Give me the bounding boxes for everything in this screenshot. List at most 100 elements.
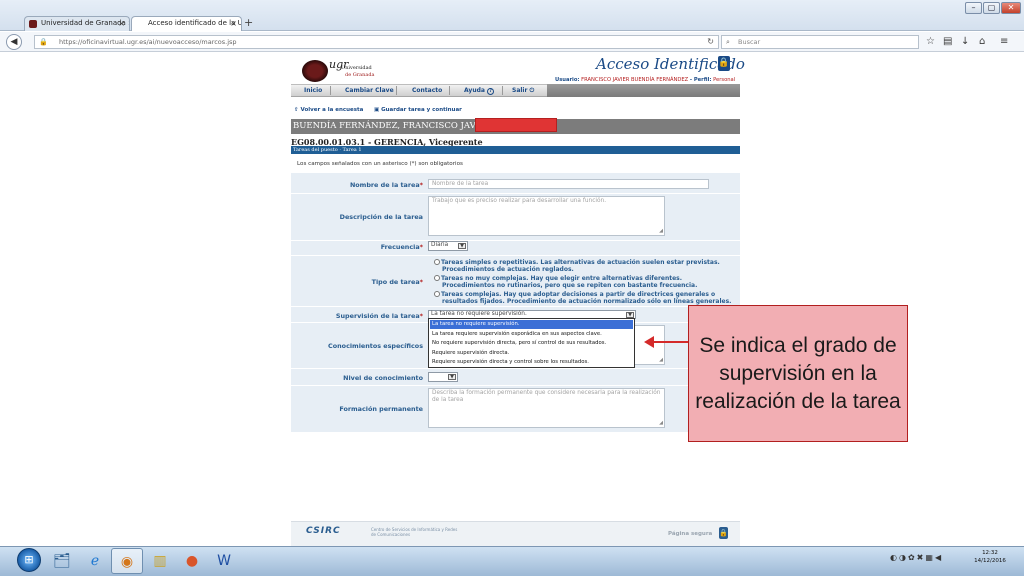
redaction-box [475, 118, 557, 132]
tray-app-icon[interactable]: ✿ [908, 553, 917, 562]
start-button[interactable]: ⊞ [17, 548, 41, 572]
callout-arrow-icon [644, 336, 688, 348]
reload-icon[interactable]: ↻ [707, 36, 714, 48]
nombre-label-text: Nombre de la tarea [349, 181, 420, 189]
clock-time: 12:32 [982, 550, 998, 556]
taskbar-active-app-button[interactable]: ◉ [111, 548, 143, 574]
bookmark-star-icon[interactable]: ☆ [926, 36, 935, 48]
required-asterisk: * [419, 278, 423, 286]
supervision-option[interactable]: La tarea no requiere supervisión. [430, 320, 633, 329]
frecuencia-label-text: Frecuencia [380, 243, 420, 251]
person-name: BUENDÍA FERNÁNDEZ, FRANCISCO JAVIER [293, 121, 492, 131]
taskbar-ie-button[interactable]: ℯ [79, 548, 111, 574]
tray-app-icon[interactable]: ◑ [899, 553, 908, 562]
menu-icon[interactable]: ≡ [1000, 36, 1008, 48]
frecuencia-select[interactable]: Diaria ▼ [428, 241, 468, 251]
taskbar-word-button[interactable]: W [208, 548, 240, 574]
menu-separator [330, 86, 331, 95]
home-icon[interactable]: ⌂ [979, 36, 985, 48]
minimize-button[interactable]: – [965, 2, 982, 14]
menu-contacto[interactable]: Contacto [412, 84, 442, 97]
volume-icon[interactable]: ◀ [935, 553, 943, 562]
taskbar-files-button[interactable]: ▥ [144, 548, 176, 574]
chevron-down-icon: ▼ [448, 374, 456, 380]
ugr-favicon-icon [29, 20, 37, 28]
ugr-logo-icon [302, 60, 328, 82]
perfil-label: - Perfil: [689, 77, 712, 83]
csirc-subtitle: Centro de Servicios de Informática y Red… [371, 527, 458, 537]
supervision-option[interactable]: Requiere supervisión directa y control s… [430, 358, 633, 367]
callout-text: Se indica el grado de supervisión en la … [695, 333, 901, 413]
lock-icon: 🔒 [718, 56, 730, 71]
nombre-label: Nombre de la tarea* [291, 181, 423, 189]
csirc-logo: CSIRC [306, 526, 341, 536]
supervision-value: La tarea no requiere supervisión. [431, 311, 527, 317]
close-window-button[interactable]: ✕ [1001, 2, 1021, 14]
formacion-label: Formación permanente [339, 405, 423, 413]
close-icon[interactable]: × [118, 17, 125, 30]
row-divider [291, 240, 740, 241]
supervision-option[interactable]: No requiere supervisión directa, pero sí… [430, 339, 633, 348]
tipo-option-3[interactable]: Tareas complejas. Hay que adoptar decisi… [434, 291, 731, 306]
supervision-option[interactable]: Requiere supervisión directa. [430, 349, 633, 358]
files-icon: ▥ [153, 553, 167, 569]
folder-icon: 🗂 [53, 553, 71, 569]
url-bar[interactable]: 🔒 https://oficinavirtual.ugr.es/ai/nuevo… [34, 35, 719, 49]
formacion-textarea[interactable]: Describa la formación permanente que con… [428, 388, 665, 428]
nivel-label: Nivel de conocimiento [343, 374, 423, 382]
arrow-left-icon: ◀ [10, 37, 18, 47]
resize-handle-icon[interactable]: ◢ [659, 357, 663, 364]
tipo-option-2[interactable]: Tareas no muy complejas. Hay que elegir … [434, 275, 697, 289]
frecuencia-value: Diaria [431, 242, 449, 248]
tipo-option-3-line2: resultados fijados. Procedimiento de act… [442, 298, 732, 305]
row-divider [291, 306, 740, 307]
volver-link[interactable]: ⇧ Volver a la encuesta [294, 107, 363, 113]
descripcion-placeholder: Trabajo que es preciso realizar para des… [432, 198, 607, 204]
clipboard-icon[interactable]: ▤ [943, 36, 952, 48]
save-icon: ▣ [374, 107, 380, 113]
tipo-option-2-line2: Procedimientos no rutinarios, pero que s… [442, 282, 698, 289]
taskbar-explorer-button[interactable]: 🗂 [46, 548, 78, 574]
conocimientos-label: Conocimientos específicos [328, 342, 423, 350]
menu-salir[interactable]: Salir ⏻ [512, 84, 534, 97]
menu-ayuda[interactable]: Ayuda ? [464, 84, 495, 97]
menu-cambiar-clave[interactable]: Cambiar Clave [345, 84, 394, 97]
download-icon[interactable]: ↓ [961, 36, 969, 48]
clock-date: 14/12/2016 [974, 558, 1006, 564]
descripcion-textarea[interactable]: Trabajo que es preciso realizar para des… [428, 196, 665, 236]
radio-button[interactable] [434, 291, 440, 297]
menu-inicio[interactable]: Inicio [304, 84, 322, 97]
resize-handle-icon[interactable]: ◢ [659, 420, 663, 427]
tab-universidad[interactable]: Universidad de Granada > ... × [24, 16, 130, 31]
required-note: Los campos señalados con un asterisco (*… [297, 161, 463, 167]
network-icon[interactable]: ▦ [925, 553, 935, 562]
taskbar-clock[interactable]: 12:32 14/12/2016 [968, 549, 1012, 565]
tipo-option-1[interactable]: Tareas simples o repetitivas. Las altern… [434, 259, 720, 273]
descripcion-label: Descripción de la tarea [339, 213, 423, 221]
close-icon[interactable]: × [230, 17, 237, 30]
supervision-option[interactable]: La tarea requiere supervisión esporádica… [430, 330, 633, 339]
back-button[interactable]: ◀ [6, 34, 22, 50]
new-tab-button[interactable]: + [244, 16, 253, 30]
maximize-button[interactable]: ▢ [983, 2, 1000, 14]
required-asterisk: * [419, 312, 423, 320]
nombre-input[interactable]: Nombre de la tarea [428, 179, 709, 189]
guardar-link[interactable]: ▣ Guardar tarea y continuar [374, 107, 462, 113]
radio-button[interactable] [434, 259, 440, 265]
url-text: https://oficinavirtual.ugr.es/ai/nuevoac… [59, 38, 237, 46]
tab-acceso-identificado[interactable]: Acceso identificado de la Unive... × [131, 16, 242, 31]
taskbar-firefox-button[interactable]: ● [176, 548, 208, 574]
search-input[interactable]: ⌕ Buscar [721, 35, 919, 49]
resize-handle-icon[interactable]: ◢ [659, 228, 663, 235]
supervision-label-text: Supervisión de la tarea [335, 312, 420, 320]
menu-salir-label: Salir [512, 87, 528, 94]
radio-button[interactable] [434, 275, 440, 281]
tray-app-icon[interactable]: ◐ [890, 553, 899, 562]
nivel-select[interactable]: ▼ [428, 372, 458, 382]
arrow-up-icon: ⇧ [294, 107, 299, 113]
search-icon: ⌕ [726, 38, 730, 46]
tab-label: Universidad de Granada > ... [41, 19, 129, 27]
lock-icon: 🔒 [39, 38, 48, 46]
menu-ayuda-label: Ayuda [464, 87, 485, 94]
required-asterisk: * [419, 243, 423, 251]
